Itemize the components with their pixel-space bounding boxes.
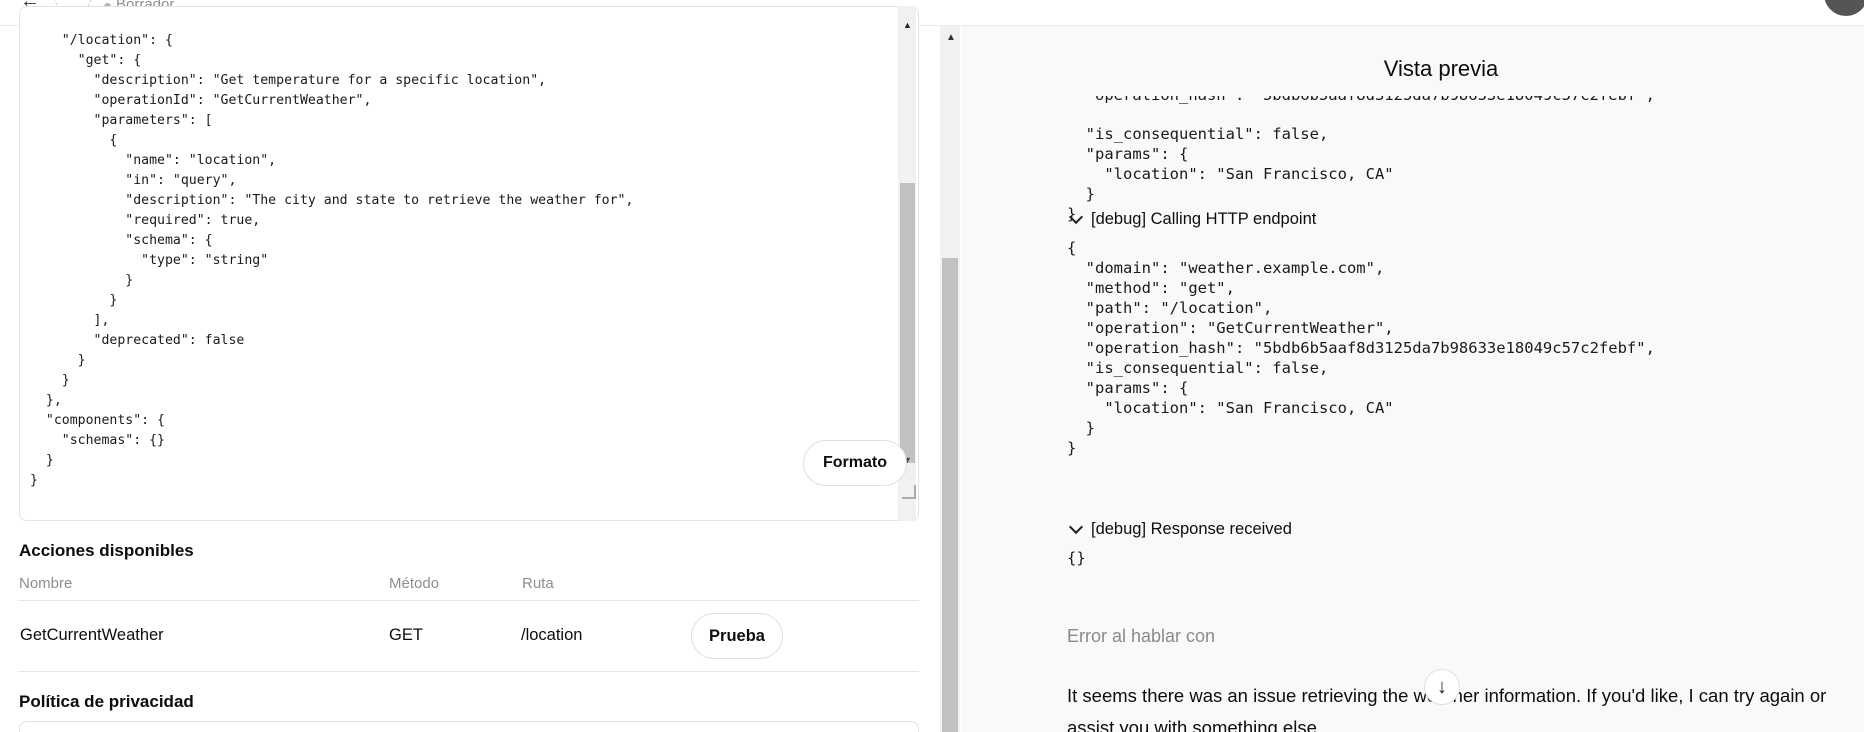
action-path: /location xyxy=(521,626,583,644)
schema-code-line: "schema": { xyxy=(30,233,213,248)
debug-output-line: } xyxy=(1067,185,1095,203)
debug-output-block: { "domain": "weather.example.com", "meth… xyxy=(1067,236,1655,457)
actions-section-title: Acciones disponibles xyxy=(19,541,194,560)
debug-toggle-response[interactable]: [debug] Response received xyxy=(1067,519,1292,539)
debug-output-line: "is_consequential": false, xyxy=(1067,359,1329,377)
debug-output-line: "method": "get", xyxy=(1067,279,1235,297)
schema-code-line: "description": "Get temperature for a sp… xyxy=(30,73,547,88)
privacy-section-title: Política de privacidad xyxy=(19,692,194,711)
privacy-policy-input[interactable] xyxy=(19,721,919,732)
column-header-method: Método xyxy=(389,575,440,592)
actions-table-header: Nombre Método Ruta xyxy=(19,575,919,601)
column-header-name: Nombre xyxy=(19,575,73,592)
schema-code-line: "type": "string" xyxy=(30,253,269,268)
main-scrollbar-thumb[interactable] xyxy=(942,258,958,732)
column-header-path: Ruta xyxy=(522,575,554,592)
schema-code-line: "operationId": "GetCurrentWeather", xyxy=(30,93,372,108)
debug-output-line: "operation": "GetCurrentWeather", xyxy=(1067,319,1394,337)
scroll-to-bottom-button[interactable]: ↓ xyxy=(1424,669,1460,705)
schema-code-line: } xyxy=(30,273,134,288)
schema-code-line: } xyxy=(30,473,38,488)
schema-code-line: }, xyxy=(30,393,62,408)
scroll-up-arrow-icon[interactable]: ▲ xyxy=(946,32,956,43)
schema-code[interactable]: "/location": { "get": { "description": "… xyxy=(30,31,633,491)
format-button[interactable]: Formato xyxy=(803,440,907,486)
schema-code-line: } xyxy=(30,353,86,368)
debug-output-line: "domain": "weather.example.com", xyxy=(1067,259,1385,277)
schema-code-line: } xyxy=(30,453,54,468)
user-avatar[interactable] xyxy=(1824,0,1864,16)
schema-code-line: { xyxy=(30,133,118,148)
debug-output-line: "is_consequential": false, xyxy=(1067,125,1329,143)
schema-code-line: "name": "location", xyxy=(30,153,277,168)
debug-output-line: } xyxy=(1067,439,1077,457)
schema-code-line: "in": "query", xyxy=(30,173,237,188)
test-action-button[interactable]: Prueba xyxy=(691,613,783,659)
debug-output-partial-line: "operation_hash": "5bdb6b5aaf8d3125da7b9… xyxy=(1067,86,1655,104)
preview-title: Vista previa xyxy=(1383,56,1499,81)
assistant-reply: It seems there was an issue retrieving t… xyxy=(1067,685,1827,732)
schema-editor[interactable]: "/location": { "get": { "description": "… xyxy=(19,6,919,521)
action-name: GetCurrentWeather xyxy=(20,626,164,644)
resize-handle-icon[interactable] xyxy=(902,485,916,499)
preview-panel: Vista previa "operation_hash": "5bdb6b5a… xyxy=(961,26,1864,732)
schema-code-line: } xyxy=(30,293,118,308)
schema-code-line: "components": { xyxy=(30,413,165,428)
table-row: GetCurrentWeather GET /location Prueba xyxy=(19,602,919,672)
schema-code-line: "schemas": {} xyxy=(30,433,165,448)
debug-output-line: "location": "San Francisco, CA" xyxy=(1067,165,1394,183)
debug-output-line: "location": "San Francisco, CA" xyxy=(1067,399,1394,417)
schema-scrollbar-thumb[interactable] xyxy=(900,183,915,463)
debug-toggle-label: [debug] Response received xyxy=(1091,520,1292,538)
schema-code-line: } xyxy=(30,373,70,388)
configure-panel: "/location": { "get": { "description": "… xyxy=(0,6,940,732)
debug-output-block: "is_consequential": false, "params": { "… xyxy=(1067,122,1394,223)
debug-output-line: { xyxy=(1067,239,1077,257)
schema-code-line: "description": "The city and state to re… xyxy=(30,193,634,208)
arrow-down-icon: ↓ xyxy=(1437,675,1447,698)
debug-output-line: "operation_hash": "5bdb6b5aaf8d3125da7b9… xyxy=(1067,339,1655,357)
schema-code-line: "get": { xyxy=(30,53,142,68)
schema-code-line: "parameters": [ xyxy=(30,113,213,128)
scroll-up-arrow-icon[interactable]: ▲ xyxy=(903,20,912,30)
schema-code-line: ], xyxy=(30,313,110,328)
action-method: GET xyxy=(389,626,423,644)
debug-toggle-label: [debug] Calling HTTP endpoint xyxy=(1091,210,1317,228)
debug-output-line: } xyxy=(1067,419,1095,437)
schema-code-line: "required": true, xyxy=(30,213,261,228)
chevron-down-icon xyxy=(1068,209,1084,224)
error-message: Error al hablar con xyxy=(1067,626,1216,646)
debug-output-line: "params": { xyxy=(1067,145,1189,163)
debug-toggle-http[interactable]: [debug] Calling HTTP endpoint xyxy=(1067,209,1317,229)
debug-output-line: "path": "/location", xyxy=(1067,299,1273,317)
chevron-down-icon xyxy=(1068,519,1084,534)
schema-code-line: "/location": { xyxy=(30,33,173,48)
response-body: {} xyxy=(1067,549,1086,567)
debug-output-line: "params": { xyxy=(1067,379,1189,397)
schema-code-line: "deprecated": false xyxy=(30,333,245,348)
